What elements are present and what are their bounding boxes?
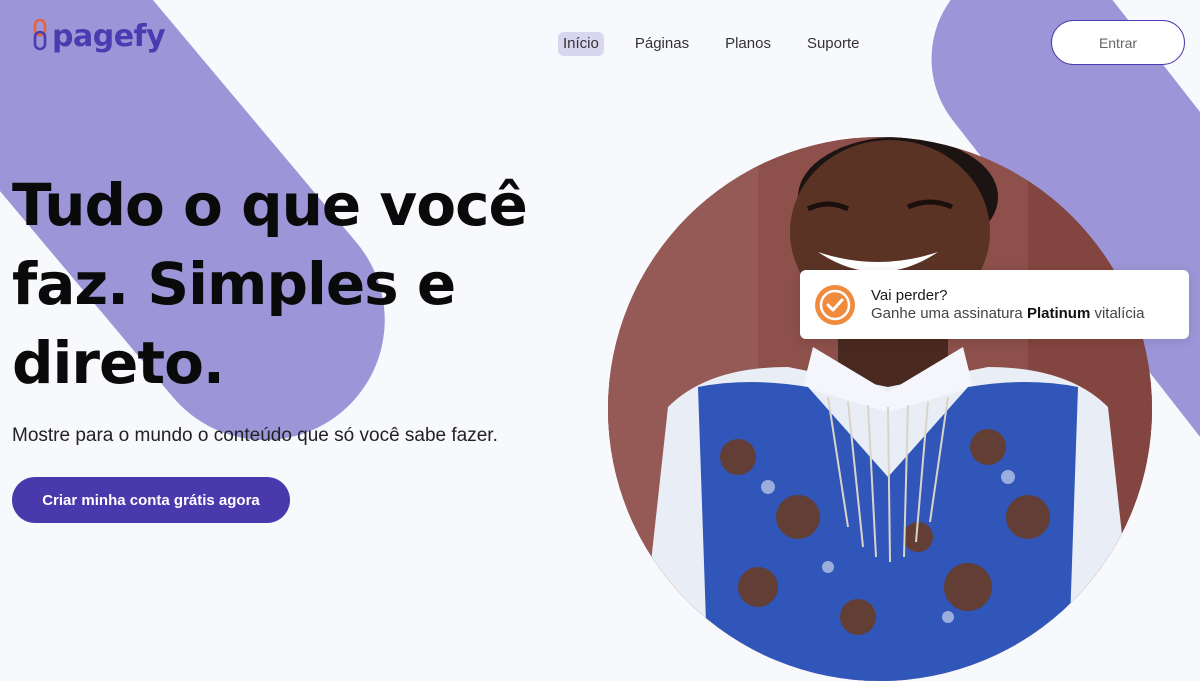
notification-title: Vai perder? [871,286,948,304]
nav-item-planos[interactable]: Planos [720,32,776,56]
notification-body-prefix: Ganhe uma assinatura [871,304,1023,322]
check-circle-icon [814,284,856,326]
hero-subtitle: Mostre para o mundo o conteúdo que só vo… [12,425,498,446]
notification-body-suffix: vitalícia [1094,304,1145,322]
hero-title-line-2: faz. Simples e [12,250,456,318]
hero-title: Tudo o que você faz. Simples e direto. [12,166,572,403]
create-account-button[interactable]: Criar minha conta grátis agora [12,477,290,523]
logo[interactable]: pagefy [32,18,166,54]
nav-item-inicio[interactable]: Início [558,32,604,56]
hero-title-line-1: Tudo o que você [12,171,528,239]
smiling-woman-photo [608,137,1152,681]
nav-item-paginas[interactable]: Páginas [630,32,694,56]
notification-body-highlight: Platinum [1026,304,1091,322]
login-button[interactable]: Entrar [1051,20,1185,65]
nav-item-suporte[interactable]: Suporte [802,32,865,56]
notification-text: Vai perder? Ganhe uma assinatura Platinu… [871,287,1144,323]
main-nav: Início Páginas Planos Suporte [558,32,891,56]
notification-body: Ganhe uma assinatura Platinum vitalícia [871,305,1144,323]
hero-title-line-3: direto. [12,329,225,397]
brand-name: pagefy [52,18,166,54]
link-chain-icon [32,18,50,54]
promo-notification[interactable]: Vai perder? Ganhe uma assinatura Platinu… [800,270,1189,339]
